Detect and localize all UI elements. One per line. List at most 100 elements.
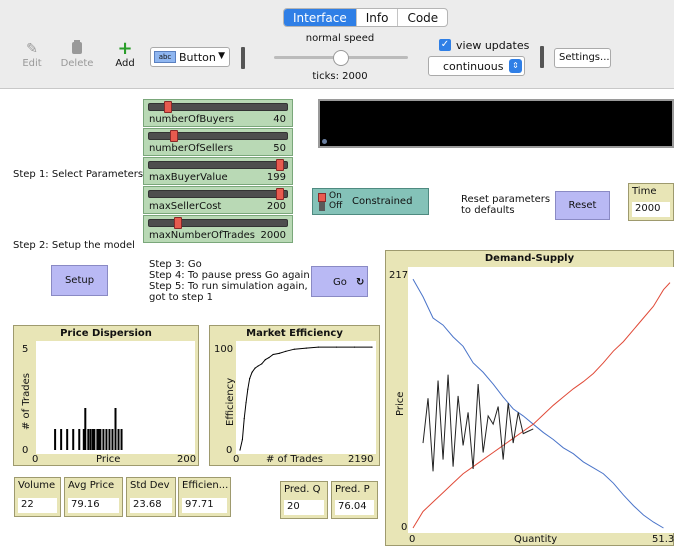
slider-knob[interactable] bbox=[170, 130, 179, 142]
slider-label: maxSellerCost bbox=[149, 201, 222, 212]
slider-label: maxBuyerValue bbox=[149, 172, 228, 183]
pred-p-monitor: Pred. P 76.04 bbox=[331, 481, 378, 519]
y-axis-label: Price bbox=[395, 391, 406, 416]
setup-button[interactable]: Setup bbox=[51, 265, 108, 296]
widget-type-value: Button bbox=[179, 51, 216, 64]
switch-off-label: Off bbox=[329, 201, 343, 211]
monitor-label: Efficien... bbox=[182, 480, 229, 491]
slider-value: 199 bbox=[266, 172, 286, 183]
world-view[interactable] bbox=[318, 99, 674, 148]
y-min-label: 0 bbox=[226, 445, 233, 456]
step1-label: Step 1: Select Parameters bbox=[13, 169, 144, 180]
slider-maxBuyerValue[interactable]: maxBuyerValue 199 bbox=[143, 157, 293, 185]
monitor-value: 79.16 bbox=[68, 498, 119, 513]
widget-type-dropdown[interactable]: abc Button ▼ bbox=[150, 47, 230, 67]
button-widget-icon: abc bbox=[154, 51, 176, 63]
update-mode-dropdown[interactable]: continuous ⇕ bbox=[428, 56, 525, 76]
monitor-value: 22 bbox=[18, 498, 57, 513]
slider-value: 40 bbox=[273, 114, 286, 125]
slider-numberOfBuyers[interactable]: numberOfBuyers 40 bbox=[143, 99, 293, 127]
view-updates-checkbox[interactable]: ✓ bbox=[439, 39, 451, 51]
speed-slider-knob[interactable] bbox=[333, 50, 349, 66]
edit-button[interactable]: ✎ Edit bbox=[14, 40, 50, 69]
x-max-label: 200 bbox=[177, 454, 197, 465]
step-line: Step 4: To pause press Go again bbox=[149, 270, 310, 281]
view-tabs: Interface Info Code bbox=[283, 8, 449, 27]
supply-line bbox=[412, 282, 671, 529]
price-line bbox=[422, 374, 534, 472]
x-min-label: 0 bbox=[32, 454, 39, 465]
plot-area bbox=[408, 267, 674, 533]
y-axis-label: Efficiency bbox=[225, 377, 236, 426]
slider-knob[interactable] bbox=[163, 101, 172, 113]
market-efficiency-chart bbox=[239, 346, 373, 451]
slider-label: maxNumberOfTrades bbox=[149, 230, 255, 241]
slider-knob[interactable] bbox=[276, 188, 285, 200]
edit-label: Edit bbox=[22, 58, 42, 69]
step2-label: Step 2: Setup the model bbox=[13, 240, 135, 251]
std-dev-monitor: Std Dev 23.68 bbox=[126, 477, 176, 517]
efficiency-point bbox=[264, 359, 266, 361]
x-min-label: 0 bbox=[233, 454, 240, 465]
add-button[interactable]: + Add bbox=[107, 38, 143, 70]
demand-supply-chart bbox=[412, 278, 671, 529]
demand-line bbox=[412, 278, 664, 529]
y-min-label: 0 bbox=[22, 445, 29, 456]
slider-label: numberOfBuyers bbox=[149, 114, 235, 125]
time-monitor: Time 2000 bbox=[628, 183, 674, 221]
slider-maxSellerCost[interactable]: maxSellerCost 200 bbox=[143, 186, 293, 214]
tab-info[interactable]: Info bbox=[357, 9, 399, 26]
settings-button[interactable]: Settings... bbox=[554, 48, 611, 68]
time-label: Time bbox=[632, 186, 657, 197]
x-max-label: 51.3 bbox=[652, 534, 674, 545]
x-axis-label: Quantity bbox=[514, 534, 558, 545]
switch-on-label: On bbox=[329, 191, 342, 201]
efficiency-point bbox=[353, 346, 356, 348]
monitor-label: Pred. Q bbox=[284, 484, 321, 495]
volume-monitor: Volume 22 bbox=[14, 477, 61, 517]
step-line: Step 3: Go bbox=[149, 259, 202, 270]
turtle-dot bbox=[322, 139, 327, 144]
toolbar: Interface Info Code ✎ Edit Delete + Add … bbox=[0, 0, 674, 89]
slider-track bbox=[148, 219, 288, 227]
efficiency-point bbox=[257, 365, 259, 367]
step-line: got to step 1 bbox=[149, 292, 213, 303]
constrained-switch[interactable]: On Off Constrained bbox=[312, 188, 429, 215]
speed-label: normal speed bbox=[305, 33, 375, 44]
y-axis-label: # of Trades bbox=[21, 373, 32, 430]
tab-code[interactable]: Code bbox=[398, 9, 447, 26]
efficiency-point bbox=[272, 353, 274, 356]
efficiency-point bbox=[305, 347, 307, 349]
slider-numberOfSellers[interactable]: numberOfSellers 50 bbox=[143, 128, 293, 156]
efficiency-point bbox=[261, 363, 263, 365]
monitor-label: Pred. P bbox=[335, 484, 370, 495]
go-button[interactable]: Go ↻ bbox=[311, 266, 368, 297]
delete-button[interactable]: Delete bbox=[59, 40, 95, 69]
monitor-value: 76.04 bbox=[335, 500, 374, 515]
efficiency-point bbox=[371, 346, 373, 348]
pred-q-monitor: Pred. Q 20 bbox=[280, 481, 328, 519]
slider-maxNumberOfTrades[interactable]: maxNumberOfTrades 2000 bbox=[143, 215, 293, 243]
efficiency-point bbox=[317, 346, 319, 348]
monitor-label: Volume bbox=[18, 480, 56, 491]
plot-title: Demand-Supply bbox=[484, 253, 575, 264]
go-label: Go bbox=[333, 277, 347, 288]
efficiency-monitor: Efficien... 97.71 bbox=[178, 477, 231, 517]
reset-note: Reset parameters to defaults bbox=[461, 194, 550, 216]
step-line: Step 5: To run simulation again, bbox=[149, 281, 308, 292]
efficiency-point bbox=[268, 357, 270, 359]
plus-icon: + bbox=[117, 38, 133, 59]
slider-knob[interactable] bbox=[174, 217, 183, 229]
slider-value: 2000 bbox=[260, 230, 286, 241]
price-dispersion-chart bbox=[54, 408, 123, 450]
reset-note-line: to defaults bbox=[461, 205, 515, 216]
efficiency-point bbox=[249, 378, 251, 380]
slider-value: 50 bbox=[273, 143, 286, 154]
tab-interface[interactable]: Interface bbox=[284, 9, 357, 26]
reset-button[interactable]: Reset bbox=[555, 191, 610, 220]
efficiency-point bbox=[285, 350, 287, 352]
switch-label: Constrained bbox=[352, 196, 413, 207]
pencil-icon: ✎ bbox=[26, 41, 38, 57]
slider-knob[interactable] bbox=[276, 159, 285, 171]
efficiency-point bbox=[251, 371, 253, 373]
